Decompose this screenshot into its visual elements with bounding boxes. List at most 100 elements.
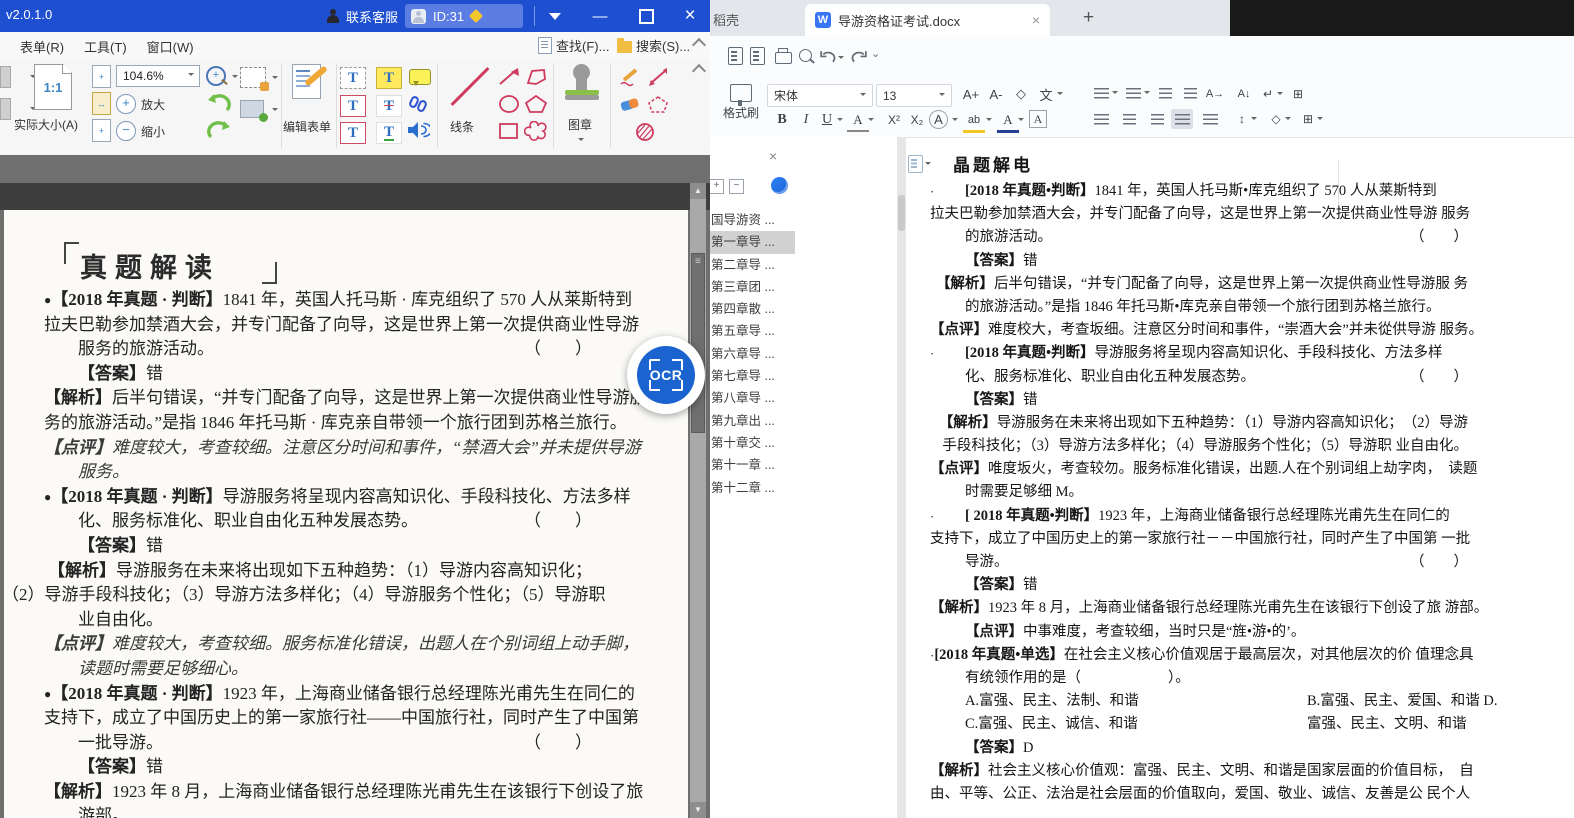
fit-visible-icon[interactable]: + — [92, 119, 111, 142]
find-button[interactable]: 查找(F)... — [538, 35, 609, 55]
align-center-icon[interactable] — [1118, 109, 1140, 129]
fit-width-icon[interactable]: ↔ — [92, 92, 111, 115]
left-doc-scrollbar[interactable]: ▲ ▼ — [690, 183, 706, 818]
char-effects-icon[interactable]: A — [929, 110, 948, 129]
image-text-icon[interactable] — [240, 100, 268, 122]
para-caret[interactable] — [1277, 92, 1283, 98]
close-button[interactable]: × — [670, 0, 710, 32]
comment-bubble-icon[interactable] — [409, 69, 431, 86]
format-painter-button[interactable]: 格式刷 — [719, 84, 763, 121]
italic-icon[interactable]: I — [795, 110, 817, 130]
circle-shape-icon[interactable] — [497, 94, 521, 114]
new-tab-button[interactable]: + — [1083, 7, 1094, 29]
paragraph-mark-icon[interactable]: ↵ — [1257, 84, 1279, 104]
align-left-icon[interactable] — [1090, 109, 1112, 129]
clear-format-icon[interactable]: ◇ — [1010, 84, 1032, 104]
hl-caret[interactable] — [986, 118, 992, 124]
menu-item[interactable]: 窗口(W) — [147, 37, 194, 56]
ocr-float-button[interactable]: OCR — [627, 336, 705, 414]
collapse-toolbar-icon[interactable] — [691, 63, 707, 79]
pencil-annotate-icon[interactable] — [618, 67, 642, 87]
line-tool-label[interactable]: 线条 — [450, 118, 474, 135]
snapshot-icon[interactable] — [240, 67, 269, 91]
cloud-shape-icon[interactable] — [524, 121, 548, 141]
imgtext-caret[interactable] — [272, 108, 278, 114]
edit-form-label[interactable]: 编辑表单 — [283, 118, 331, 135]
line-tool-icon[interactable] — [446, 66, 488, 108]
titlebar-dropdown-button[interactable] — [535, 0, 575, 32]
maximize-button[interactable] — [626, 0, 666, 32]
measure-arrow-icon[interactable] — [646, 67, 670, 87]
polyline-shape-icon[interactable] — [524, 67, 548, 87]
document-tab[interactable]: W 导游资格证考试.docx × — [805, 4, 1050, 36]
eraser-icon[interactable] — [618, 95, 642, 115]
tab-close-icon[interactable]: × — [1032, 12, 1040, 28]
actual-size-icon[interactable]: 1:1 — [34, 64, 72, 110]
scroll-down-icon[interactable]: ▼ — [690, 802, 706, 818]
stamp-tool-label[interactable]: 图章 — [568, 116, 592, 133]
shading-caret[interactable] — [1285, 117, 1291, 123]
justify-icon[interactable] — [1171, 109, 1193, 129]
menu-item[interactable]: 表单(R) — [20, 37, 64, 56]
text-direction-icon[interactable]: A→ — [1204, 84, 1226, 104]
font-color-icon[interactable]: A — [997, 110, 1019, 133]
font-size-select[interactable]: 13 — [876, 84, 952, 107]
borders-icon[interactable]: ⊞ — [1297, 109, 1319, 129]
underline-style-icon[interactable]: A — [847, 110, 869, 132]
underline-text-icon[interactable]: T — [376, 122, 402, 144]
stamp-caret[interactable] — [578, 138, 584, 144]
sort-icon[interactable]: A↓ — [1233, 84, 1255, 104]
undo-icon[interactable] — [206, 92, 232, 114]
background-tab-docer[interactable]: 稻壳 — [713, 10, 739, 29]
underline-caret[interactable] — [837, 118, 843, 124]
snapshot-caret[interactable] — [272, 76, 278, 82]
zoom-out-button[interactable]: − 缩小 — [116, 121, 165, 141]
polygon-edit-icon[interactable] — [646, 95, 670, 115]
save-icon[interactable] — [728, 47, 745, 65]
superscript-icon[interactable]: X² — [883, 110, 905, 130]
zoom-in-button[interactable]: + 放大 — [116, 94, 165, 114]
attachment-link-icon[interactable] — [408, 95, 428, 113]
pinyin-guide-icon[interactable]: 文 — [1035, 84, 1057, 104]
stamp-tool-icon[interactable] — [565, 64, 599, 104]
hatched-shape-icon[interactable] — [632, 121, 658, 143]
undo-caret[interactable] — [838, 56, 844, 62]
bullet-list-icon[interactable] — [1090, 83, 1112, 103]
text-field-grid-icon[interactable]: T — [340, 67, 366, 89]
strikeout-text-icon[interactable]: T — [376, 95, 402, 117]
line-spacing-icon[interactable]: ↕ — [1231, 109, 1253, 129]
arrow-shape-icon[interactable] — [497, 67, 521, 87]
scanned-page[interactable]: 真题解读 ● 【2018 年真题 · 判断】 1841 年，英国人托马斯 · 库克组… — [4, 210, 688, 818]
print-icon[interactable] — [775, 47, 792, 64]
scroll-up-icon[interactable]: ▲ — [690, 183, 706, 199]
numbered-list-icon[interactable] — [1122, 83, 1144, 103]
color-caret[interactable] — [1018, 118, 1024, 124]
font-name-select[interactable]: 宋体 — [767, 84, 873, 107]
distribute-icon[interactable] — [1199, 109, 1221, 129]
marquee-zoom-icon[interactable]: + — [206, 66, 226, 86]
menu-item[interactable]: 工具(T) — [84, 37, 127, 56]
wps-document[interactable]: 晶题解电 · [2018 年真题•判断】 1841 年，英国人托马斯•库克组织了 5… — [705, 137, 1574, 818]
search-button[interactable]: 搜索(S)... — [617, 35, 690, 55]
char-border-icon[interactable]: A — [1029, 110, 1047, 128]
undo-icon[interactable] — [819, 49, 836, 66]
text-field-arrow-icon[interactable]: T — [340, 122, 366, 144]
subscript-icon[interactable]: X₂ — [906, 110, 928, 130]
edit-form-icon[interactable] — [292, 64, 321, 99]
increase-indent-icon[interactable] — [1179, 83, 1201, 103]
zoom-level-select[interactable]: 104.6% — [116, 65, 200, 87]
audio-speaker-icon[interactable] — [406, 120, 430, 140]
print-preview-icon[interactable] — [799, 47, 816, 64]
quick-access-more-icon[interactable]: ⌄ — [871, 47, 880, 60]
bullet-caret[interactable] — [1112, 91, 1118, 97]
fx-caret[interactable] — [952, 118, 958, 124]
cutoff-tool-icon[interactable] — [0, 66, 11, 88]
number-caret[interactable] — [1144, 91, 1150, 97]
pinyin-caret[interactable] — [1057, 92, 1063, 98]
underline-icon[interactable]: U — [816, 110, 838, 130]
cutoff-tool-icon-2[interactable] — [0, 98, 11, 120]
bold-icon[interactable]: B — [771, 110, 793, 130]
decrease-font-icon[interactable]: A- — [985, 84, 1007, 104]
borders-caret[interactable] — [1317, 117, 1323, 123]
decrease-indent-icon[interactable] — [1154, 83, 1176, 103]
